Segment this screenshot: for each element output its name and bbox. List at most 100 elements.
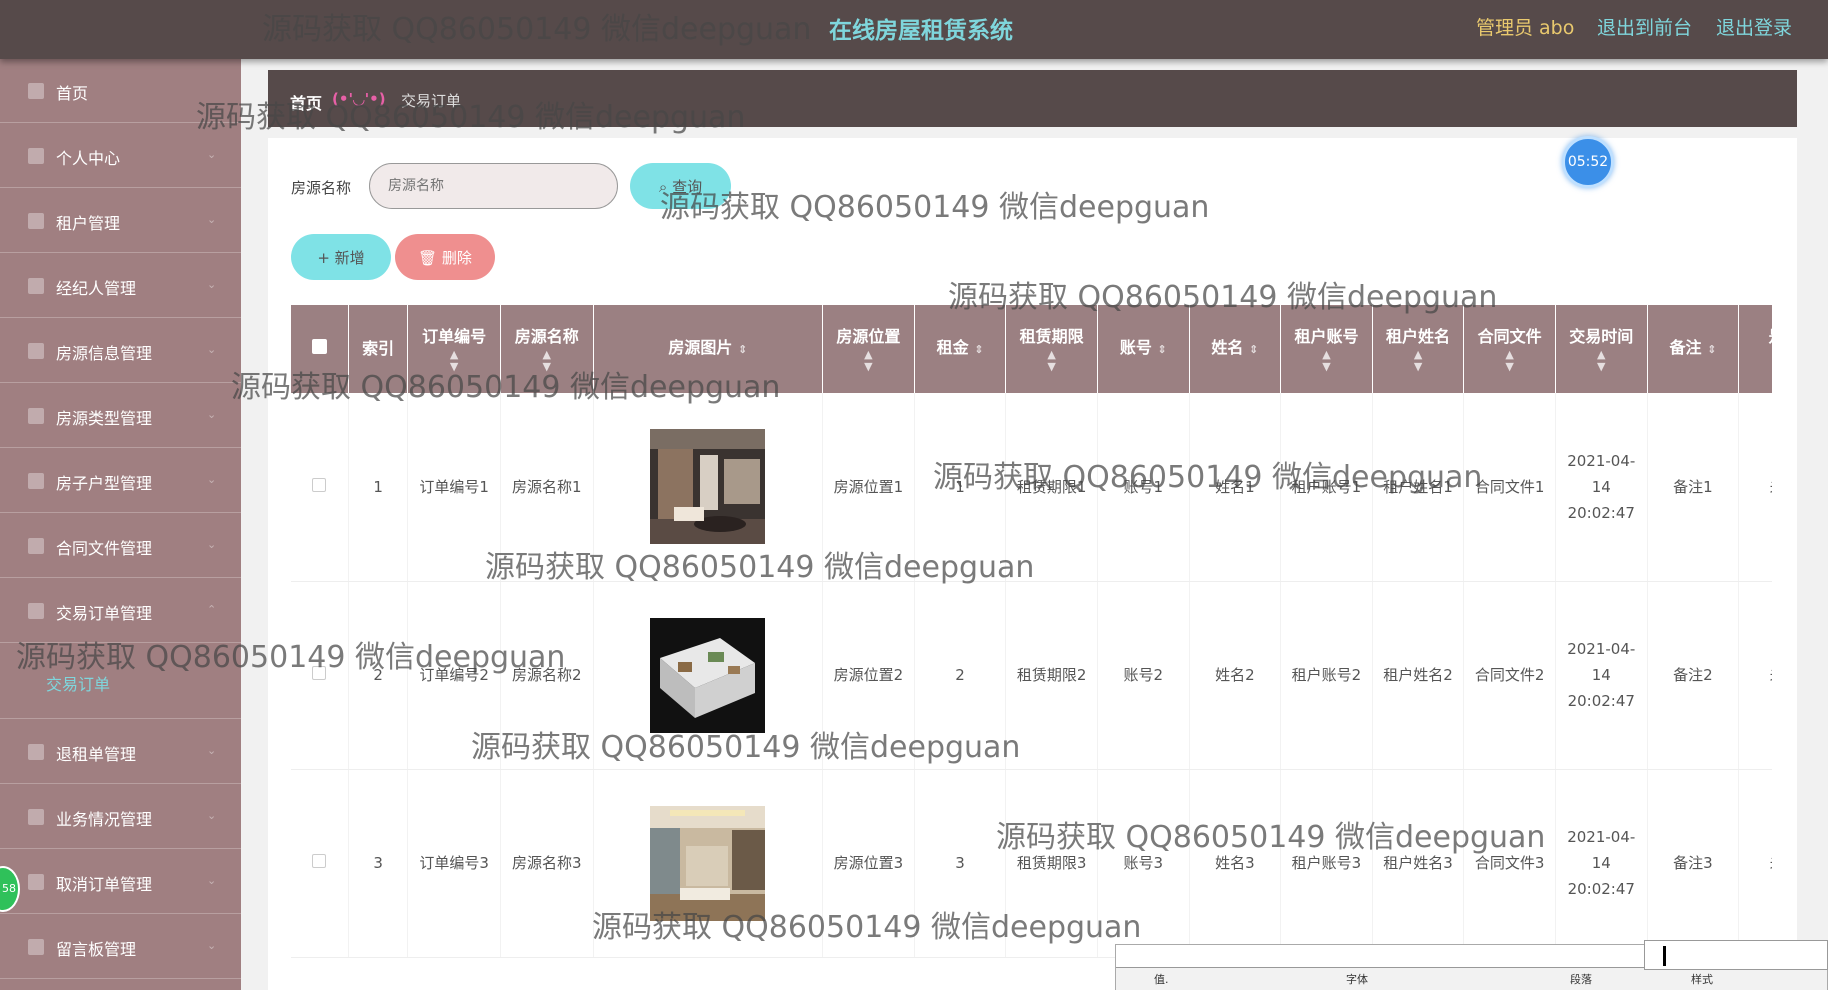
logout-link[interactable]: 退出登录 (1716, 13, 1792, 40)
cell-location: 房源位置2 (822, 581, 915, 770)
header-label: 订单编号 (422, 327, 487, 346)
sidebar-item-contracts[interactable]: 合同文件管理 ⌄ (0, 514, 241, 578)
sidebar: 首页 个人中心 ⌄ 租户管理 ⌄ 经纪人管理 ⌄ 房源信息管理 ⌄ 房源类型管理… (0, 59, 241, 990)
sidebar-item-label: 退租单管理 (56, 745, 137, 764)
breadcrumb-home[interactable]: 首页 (290, 90, 322, 114)
header-remark[interactable]: 备注 ⇕ (1647, 305, 1740, 393)
cell-location: 房源位置3 (822, 769, 915, 958)
cell-status: 未支 (1738, 769, 1772, 958)
cell-rent: 3 (914, 769, 1007, 958)
sort-icon[interactable]: ▲▼ (1377, 349, 1460, 373)
sort-icon[interactable]: ⇕ (1157, 343, 1166, 356)
search-label: 房源名称 (291, 179, 352, 197)
table-header-row: 索引 订单编号 ▲ ▼ 房源名称 ▲ ▼ 房源图片 ⇕ 房源位置 ▲ ▼ 租金 ⇕ 租赁期限… (291, 305, 1772, 393)
house-image-2[interactable] (650, 617, 766, 733)
header-tenant-name[interactable]: 租户姓名 ▲ ▼ (1372, 305, 1465, 393)
breadcrumb-current: 交易订单 (401, 92, 462, 110)
cell-term: 租赁期限3 (1005, 769, 1098, 958)
row-select-cell[interactable] (291, 393, 349, 582)
row-checkbox[interactable] (312, 854, 327, 868)
header-status[interactable]: 是否 ▲▼ (1738, 305, 1772, 393)
add-button[interactable]: + 新增 (291, 234, 391, 280)
toolbar-label: 样式 (1691, 973, 1713, 986)
header-label: 租户账号 (1294, 327, 1359, 346)
search-input[interactable] (369, 163, 618, 209)
sort-icon[interactable]: ▲▼ (1743, 349, 1772, 373)
timer-badge[interactable]: 05:52 (1562, 136, 1614, 188)
header-house-name[interactable]: 房源名称 ▲ ▼ (500, 305, 594, 393)
sort-icon[interactable]: ▲▼ (1285, 349, 1368, 373)
table-row[interactable]: 2 订单编号2 房源名称2 房源位置2 2 租赁期限2 账号2 姓名2 租户账号… (291, 581, 1772, 770)
header-select-all[interactable] (291, 305, 349, 393)
header-person[interactable]: 姓名 ⇕ (1189, 305, 1282, 393)
sidebar-item-house-info[interactable]: 房源信息管理 ⌄ (0, 319, 241, 383)
chevron-down-icon: ⌄ (207, 744, 217, 757)
chevron-down-icon: ⌄ (207, 278, 217, 291)
sidebar-subitem-orders[interactable]: 交易订单 (0, 657, 241, 719)
sort-icon[interactable]: ▲▼ (505, 349, 589, 373)
header-order-no[interactable]: 订单编号 ▲ ▼ (407, 305, 501, 393)
header-rent[interactable]: 租金 ⇕ (914, 305, 1007, 393)
cell-house-name: 房源名称2 (500, 581, 594, 770)
header-house-image[interactable]: 房源图片 ⇕ (593, 305, 824, 393)
sort-icon[interactable]: ⇕ (738, 343, 747, 356)
header-term[interactable]: 租赁期限 ▲ ▼ (1005, 305, 1098, 393)
sort-icon[interactable]: ▲▼ (1010, 349, 1093, 373)
header-label: 合同文件 (1477, 327, 1542, 346)
header-label: 备注 (1669, 338, 1702, 357)
cell-time: 2021-04-14 20:02:47 (1555, 769, 1648, 958)
sort-icon[interactable]: ▲▼ (1560, 349, 1643, 373)
cell-house-image[interactable] (593, 769, 824, 958)
sidebar-item-layouts[interactable]: 房子户型管理 ⌄ (0, 449, 241, 513)
row-select-cell[interactable] (291, 581, 349, 770)
sidebar-item-cancel-orders[interactable]: 取消订单管理 ⌄ (0, 850, 241, 914)
delete-button[interactable]: 🗑 删除 (395, 234, 495, 280)
cell-house-name: 房源名称1 (500, 393, 594, 582)
sidebar-item-business[interactable]: 业务情况管理 ⌄ (0, 785, 241, 849)
sidebar-item-home[interactable]: 首页 (0, 59, 241, 123)
header-index: 索引 (348, 305, 409, 393)
header-contract[interactable]: 合同文件 ▲ ▼ (1463, 305, 1556, 393)
chevron-down-icon: ⌄ (207, 538, 217, 551)
chevron-down-icon: ⌄ (207, 473, 217, 486)
sidebar-item-label: 房源信息管理 (56, 344, 153, 363)
table-row[interactable]: 1 订单编号1 房源名称1 房源位置1 1 租赁期限1 账号1 姓名1 租户账号… (291, 393, 1772, 582)
sidebar-item-checkout[interactable]: 退租单管理 ⌄ (0, 720, 241, 784)
exit-to-front-link[interactable]: 退出到前台 (1597, 13, 1692, 40)
row-checkbox[interactable] (312, 477, 327, 492)
sort-icon[interactable]: ⇕ (974, 343, 983, 356)
cell-account: 账号2 (1097, 581, 1190, 770)
sidebar-item-agents[interactable]: 经纪人管理 ⌄ (0, 254, 241, 318)
sidebar-subitem-label: 交易订单 (46, 675, 111, 694)
contract-icon (28, 538, 44, 554)
sidebar-item-house-types[interactable]: 房源类型管理 ⌄ (0, 384, 241, 448)
house-image-3[interactable] (650, 805, 766, 921)
sort-icon[interactable]: ▲▼ (412, 349, 496, 373)
sidebar-item-tenants[interactable]: 租户管理 ⌄ (0, 189, 241, 253)
sidebar-item-label: 房子户型管理 (56, 474, 153, 493)
header-location[interactable]: 房源位置 ▲ ▼ (822, 305, 915, 393)
select-all-checkbox[interactable] (311, 339, 327, 354)
layout-icon (28, 473, 44, 489)
house-image-1[interactable] (650, 429, 766, 545)
sidebar-item-messages[interactable]: 留言板管理 ⌄ (0, 915, 241, 979)
table-row[interactable]: 3 订单编号3 房源名称3 房源位置3 3 租赁期限3 账号3 姓名3 租户账号… (291, 769, 1772, 958)
sort-icon[interactable]: ▲▼ (1468, 349, 1551, 373)
cell-house-image[interactable] (593, 393, 824, 582)
sidebar-item-orders[interactable]: 交易订单管理 ⌃ (0, 579, 241, 643)
chevron-down-icon: ⌄ (207, 148, 217, 161)
cell-house-name: 房源名称3 (500, 769, 594, 958)
header-time[interactable]: 交易时间 ▲ ▼ (1555, 305, 1648, 393)
cell-tenant-name: 租户姓名2 (1372, 581, 1465, 770)
sort-icon[interactable]: ⇕ (1707, 343, 1716, 356)
cell-house-image[interactable] (593, 581, 824, 770)
header-tenant-account[interactable]: 租户账号 ▲ ▼ (1280, 305, 1373, 393)
row-select-cell[interactable] (291, 769, 349, 958)
row-checkbox[interactable] (312, 666, 327, 680)
query-button[interactable]: ⌕ 查询 (630, 163, 731, 209)
sort-icon[interactable]: ▲▼ (827, 349, 910, 373)
header-account[interactable]: 账号 ⇕ (1097, 305, 1190, 393)
sort-icon[interactable]: ⇕ (1249, 343, 1258, 356)
breadcrumb-separator: (•'◡'•) (332, 90, 386, 108)
sidebar-item-profile[interactable]: 个人中心 ⌄ (0, 124, 241, 188)
